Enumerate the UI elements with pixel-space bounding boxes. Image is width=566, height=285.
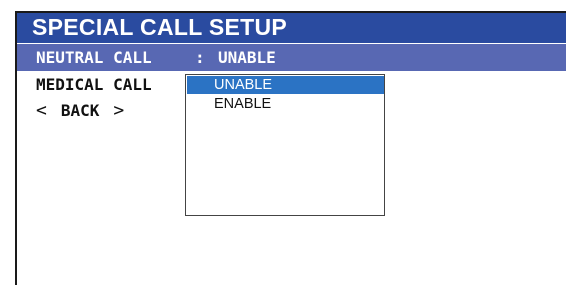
menu-item-back[interactable]: < BACK > [36, 100, 124, 121]
menu-item-neutral-call[interactable]: NEUTRAL CALL : UNABLE [17, 44, 566, 71]
medical-call-label: MEDICAL CALL [36, 75, 152, 94]
left-arrow-icon: < [36, 100, 47, 121]
neutral-call-label: NEUTRAL CALL [36, 48, 152, 67]
right-arrow-icon: > [113, 100, 125, 121]
back-label: BACK [60, 101, 100, 120]
neutral-call-value: UNABLE [218, 48, 276, 67]
special-call-setup-screen: SPECIAL CALL SETUP NEUTRAL CALL : UNABLE… [0, 0, 566, 285]
page-title: SPECIAL CALL SETUP [32, 14, 288, 40]
value-dropdown-list: UNABLE ENABLE [185, 74, 385, 216]
title-bar: SPECIAL CALL SETUP [17, 13, 566, 43]
neutral-call-separator: : [195, 48, 205, 67]
menu-item-medical-call[interactable]: MEDICAL CALL [36, 75, 152, 94]
dropdown-option-enable[interactable]: ENABLE [187, 95, 384, 113]
dropdown-option-unable[interactable]: UNABLE [187, 76, 384, 94]
